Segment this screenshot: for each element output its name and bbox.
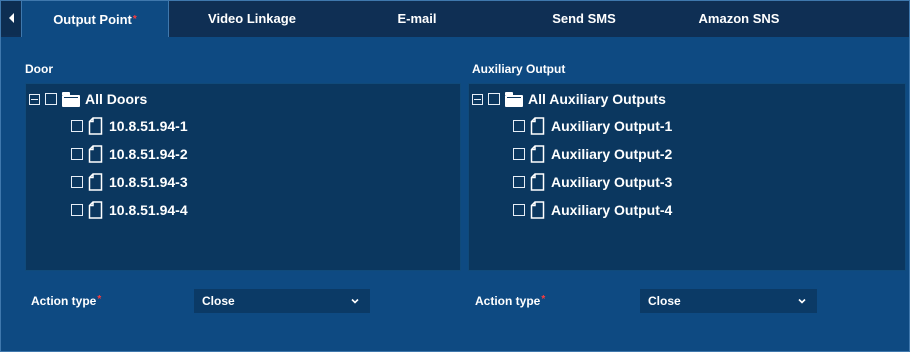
- action-type-label-left: Action type*: [31, 294, 101, 308]
- tree-item: Auxiliary Output-3: [513, 172, 672, 192]
- file-icon: [88, 117, 103, 135]
- tree-item-label[interactable]: Auxiliary Output-2: [551, 146, 672, 162]
- door-tree: All Doors 10.8.51.94-1 10.8.51.94-2 10.8…: [25, 83, 461, 271]
- checkbox-aux-2[interactable]: [513, 148, 525, 160]
- checkbox-door-3[interactable]: [71, 176, 83, 188]
- tree-item-label[interactable]: Auxiliary Output-4: [551, 202, 672, 218]
- tree-item-label[interactable]: 10.8.51.94-1: [109, 118, 188, 134]
- tab-label: Output Point: [53, 11, 132, 27]
- select-value: Close: [202, 294, 235, 308]
- file-icon: [88, 173, 103, 191]
- tab-label: Amazon SNS: [698, 10, 780, 26]
- caret-left-icon: [8, 13, 14, 23]
- tab-label: Video Linkage: [208, 10, 296, 26]
- checkbox-door-2[interactable]: [71, 148, 83, 160]
- file-icon: [530, 117, 545, 135]
- tree-root-label[interactable]: All Doors: [85, 91, 147, 107]
- tab-video-linkage[interactable]: Video Linkage: [169, 1, 335, 35]
- tab-label: E-mail: [397, 10, 437, 26]
- checkbox-aux-4[interactable]: [513, 204, 525, 216]
- tab-send-sms[interactable]: Send SMS: [499, 1, 669, 35]
- tree-item: 10.8.51.94-2: [71, 144, 188, 164]
- file-icon: [88, 145, 103, 163]
- door-panel-label: Door: [25, 62, 53, 76]
- folder-icon: [505, 91, 523, 107]
- action-type-text: Action type: [31, 294, 97, 308]
- chevron-down-icon: [351, 298, 359, 304]
- tree-root-label[interactable]: All Auxiliary Outputs: [528, 91, 666, 107]
- checkbox-aux-3[interactable]: [513, 176, 525, 188]
- tree-item: Auxiliary Output-1: [513, 116, 672, 136]
- file-icon: [530, 173, 545, 191]
- tree-item: 10.8.51.94-3: [71, 172, 188, 192]
- tree-root-all-doors: All Doors: [29, 89, 147, 109]
- file-icon: [530, 201, 545, 219]
- tab-scroll-left-button[interactable]: [1, 1, 21, 35]
- tab-bar: Output Point * Video Linkage E-mail Send …: [1, 1, 909, 37]
- tree-item-label[interactable]: Auxiliary Output-1: [551, 118, 672, 134]
- file-icon: [530, 145, 545, 163]
- auxiliary-panel-label: Auxiliary Output: [472, 62, 566, 76]
- checkbox-all-doors[interactable]: [45, 93, 57, 105]
- tree-item: 10.8.51.94-4: [71, 200, 188, 220]
- tab-label: Send SMS: [552, 10, 616, 26]
- file-icon: [88, 201, 103, 219]
- tree-item-label[interactable]: 10.8.51.94-4: [109, 202, 188, 218]
- tab-email[interactable]: E-mail: [335, 1, 499, 35]
- tree-item: Auxiliary Output-2: [513, 144, 672, 164]
- tree-item-label[interactable]: 10.8.51.94-3: [109, 174, 188, 190]
- tree-item-label[interactable]: 10.8.51.94-2: [109, 146, 188, 162]
- tab-amazon-sns[interactable]: Amazon SNS: [669, 1, 809, 35]
- chevron-down-icon: [798, 298, 806, 304]
- required-marker: *: [541, 294, 546, 305]
- tree-root-all-auxiliary-outputs: All Auxiliary Outputs: [472, 89, 666, 109]
- action-type-text: Action type: [475, 294, 541, 308]
- select-value: Close: [648, 294, 681, 308]
- tab-output-point[interactable]: Output Point *: [21, 1, 169, 37]
- tree-item: Auxiliary Output-4: [513, 200, 672, 220]
- action-type-label-right: Action type*: [475, 294, 545, 308]
- folder-icon: [62, 91, 80, 107]
- action-type-select-right[interactable]: Close: [640, 289, 817, 313]
- required-marker: *: [132, 13, 137, 25]
- collapse-icon[interactable]: [472, 93, 483, 105]
- tabs: Output Point * Video Linkage E-mail Send …: [21, 1, 809, 37]
- required-marker: *: [97, 294, 102, 305]
- tree-item: 10.8.51.94-1: [71, 116, 188, 136]
- action-type-select-left[interactable]: Close: [194, 289, 370, 313]
- checkbox-door-1[interactable]: [71, 120, 83, 132]
- checkbox-all-auxiliary[interactable]: [488, 93, 500, 105]
- checkbox-door-4[interactable]: [71, 204, 83, 216]
- tree-item-label[interactable]: Auxiliary Output-3: [551, 174, 672, 190]
- auxiliary-tree: All Auxiliary Outputs Auxiliary Output-1…: [468, 83, 906, 271]
- output-settings-window: Output Point * Video Linkage E-mail Send …: [0, 0, 910, 352]
- collapse-icon[interactable]: [29, 93, 40, 105]
- checkbox-aux-1[interactable]: [513, 120, 525, 132]
